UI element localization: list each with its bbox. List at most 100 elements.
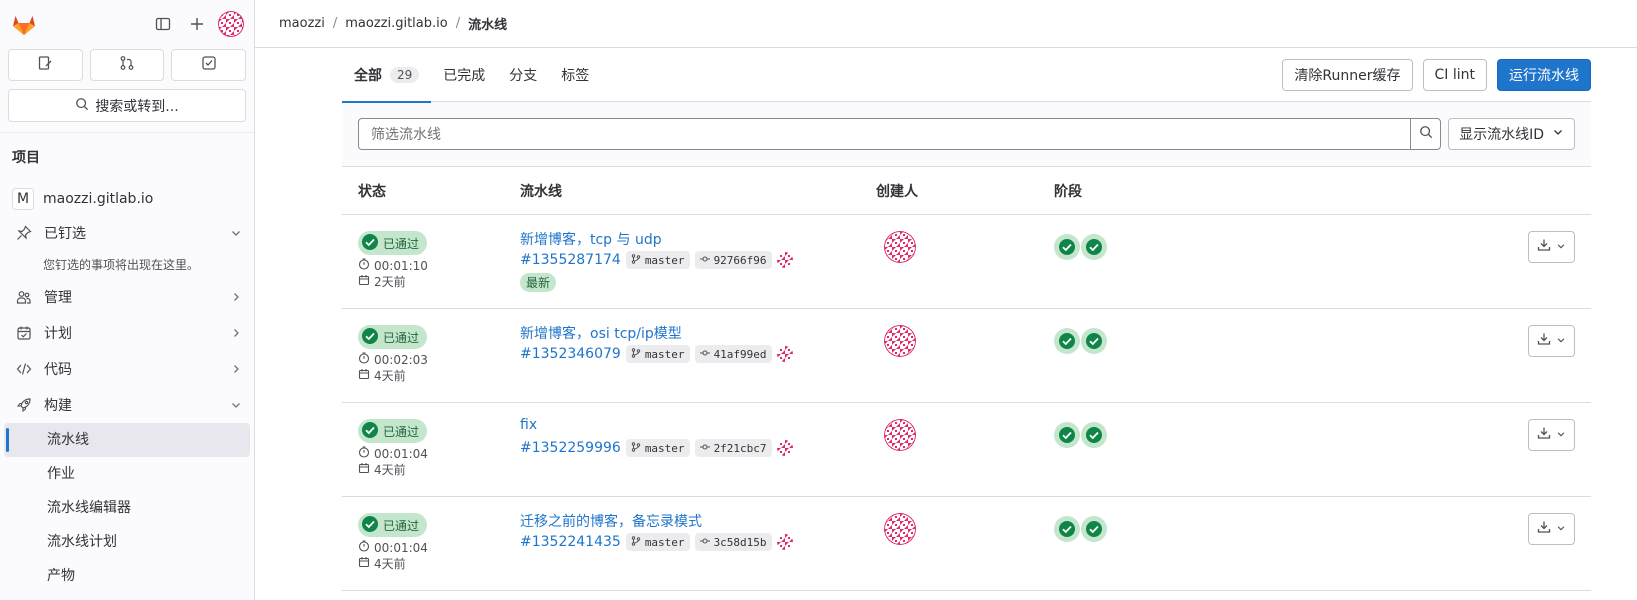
branch-ref[interactable]: master xyxy=(625,251,690,269)
clear-runner-cache-button[interactable]: 清除Runner缓存 xyxy=(1282,58,1413,91)
nav-manage[interactable]: 管理 xyxy=(0,279,254,315)
branch-icon xyxy=(631,535,641,549)
tab-tags[interactable]: 标签 xyxy=(549,48,601,102)
project-avatar: M xyxy=(12,188,34,210)
tab-branches[interactable]: 分支 xyxy=(497,48,549,102)
pipeline-id-link[interactable]: #1352259996 xyxy=(520,440,621,456)
commit-sha[interactable]: 3c58d15b xyxy=(694,533,772,551)
commit-icon xyxy=(699,254,710,267)
commit-title-link[interactable]: fix xyxy=(520,417,876,437)
tab-all-count: 29 xyxy=(390,66,420,83)
merge-requests-icon xyxy=(119,55,135,75)
download-artifacts-button[interactable] xyxy=(1528,325,1575,357)
pipeline-id-link[interactable]: #1352241435 xyxy=(520,534,621,550)
calendar-icon xyxy=(358,556,370,571)
commit-sha[interactable]: 2f21cbc7 xyxy=(694,439,772,457)
nav-build[interactable]: 构建 xyxy=(0,387,254,423)
download-artifacts-button[interactable] xyxy=(1528,419,1575,451)
stage-passed[interactable] xyxy=(1081,328,1107,354)
sidebar-item-pipelines[interactable]: 流水线 xyxy=(4,423,250,457)
sidebar-item-pipeline-editor[interactable]: 流水线编辑器 xyxy=(4,491,250,525)
nav-code[interactable]: 代码 xyxy=(0,351,254,387)
download-artifacts-button[interactable] xyxy=(1528,231,1575,263)
stage-passed[interactable] xyxy=(1081,234,1107,260)
breadcrumb-current[interactable]: 流水线 xyxy=(468,14,507,33)
merge-requests-button[interactable] xyxy=(89,49,165,81)
creator-avatar[interactable] xyxy=(884,419,916,451)
commit-author-avatar[interactable] xyxy=(776,346,793,362)
gitlab-logo-icon[interactable] xyxy=(10,10,38,38)
sidebar-item-artifacts[interactable]: 产物 xyxy=(4,559,250,593)
tab-all[interactable]: 全部 29 xyxy=(342,48,432,103)
status-badge[interactable]: 已通过 xyxy=(358,325,428,349)
download-artifacts-button[interactable] xyxy=(1528,513,1575,545)
stage-passed[interactable] xyxy=(1054,516,1080,542)
header-stages: 阶段 xyxy=(1054,183,1082,200)
project-link[interactable]: M maozzi.gitlab.io xyxy=(0,183,254,215)
stages xyxy=(1054,215,1354,308)
breadcrumb-item[interactable]: maozzi.gitlab.io xyxy=(345,16,447,31)
search-icon xyxy=(1419,125,1433,143)
stage-passed[interactable] xyxy=(1054,328,1080,354)
pipelines-panel: 全部 29 已完成 分支 标签 清除Runner缓存 CI lint 运行流水线… xyxy=(342,48,1591,591)
branch-ref[interactable]: master xyxy=(625,439,690,457)
commit-author-avatar[interactable] xyxy=(776,440,793,456)
stage-passed[interactable] xyxy=(1081,516,1107,542)
commit-sha-value: 41af99ed xyxy=(713,347,767,361)
nav-plan[interactable]: 计划 xyxy=(0,315,254,351)
status-badge[interactable]: 已通过 xyxy=(358,513,428,537)
user-avatar[interactable] xyxy=(218,11,244,37)
stage-passed[interactable] xyxy=(1054,234,1080,260)
creator-avatar[interactable] xyxy=(884,231,916,263)
commit-title-link[interactable]: 迁移之前的博客，备忘录模式 xyxy=(520,511,876,531)
breadcrumb-item[interactable]: maozzi xyxy=(279,16,325,31)
sidebar-item-pipeline-schedules[interactable]: 流水线计划 xyxy=(4,525,250,559)
commit-title-link[interactable]: 新增博客，osi tcp/ip模型 xyxy=(520,323,876,343)
nav-build-label: 构建 xyxy=(44,398,72,414)
tab-finished[interactable]: 已完成 xyxy=(431,48,497,102)
commit-sha[interactable]: 92766f96 xyxy=(694,251,772,269)
chevron-right-icon xyxy=(230,291,242,303)
rocket-icon xyxy=(16,397,32,413)
run-pipeline-button[interactable]: 运行流水线 xyxy=(1497,58,1591,91)
stage-passed[interactable] xyxy=(1054,422,1080,448)
commit-author-avatar[interactable] xyxy=(776,534,793,550)
commit-sha[interactable]: 41af99ed xyxy=(694,345,772,363)
sidebar: 搜索或转到... 项目 M maozzi.gitlab.io 已钉选 您钉选的事… xyxy=(0,0,255,600)
issues-button[interactable] xyxy=(8,49,83,81)
finished-value: 4天前 xyxy=(374,557,406,571)
creator-avatar[interactable] xyxy=(884,513,916,545)
timer-icon xyxy=(358,446,370,461)
timer-icon xyxy=(358,540,370,555)
download-icon xyxy=(1537,520,1551,538)
todo-button[interactable] xyxy=(171,49,247,81)
stages xyxy=(1054,403,1354,496)
ci-lint-button[interactable]: CI lint xyxy=(1422,58,1487,91)
search-button[interactable]: 搜索或转到... xyxy=(8,89,246,122)
pipeline-id-dropdown[interactable]: 显示流水线ID xyxy=(1448,118,1575,150)
status-badge[interactable]: 已通过 xyxy=(358,419,428,443)
create-new-icon[interactable] xyxy=(184,11,210,37)
filter-pipelines-input[interactable]: 筛选流水线 xyxy=(358,118,1410,150)
status-badge[interactable]: 已通过 xyxy=(358,231,428,255)
creator-avatar[interactable] xyxy=(884,325,916,357)
chevron-down-icon xyxy=(230,399,242,411)
branch-ref[interactable]: master xyxy=(625,533,690,551)
stage-passed[interactable] xyxy=(1081,422,1107,448)
stages xyxy=(1054,309,1354,402)
chevron-down-icon xyxy=(1556,427,1566,443)
nav-pinned[interactable]: 已钉选 xyxy=(0,215,254,251)
branch-ref[interactable]: master xyxy=(625,345,690,363)
calendar-icon xyxy=(358,462,370,477)
commit-author-avatar[interactable] xyxy=(776,252,793,268)
breadcrumb: maozzi / maozzi.gitlab.io / 流水线 xyxy=(255,0,1637,48)
toggle-sidebar-icon[interactable] xyxy=(150,11,176,37)
pipeline-id-link[interactable]: #1352346079 xyxy=(520,346,621,362)
commit-title-link[interactable]: 新增博客，tcp 与 udp xyxy=(520,229,876,249)
filter-search-button[interactable] xyxy=(1410,118,1441,150)
download-icon xyxy=(1537,332,1551,350)
pipeline-id-link[interactable]: #1355287174 xyxy=(520,252,621,268)
table-header: 状态 流水线 创建人 阶段 xyxy=(342,167,1591,215)
sidebar-item-jobs[interactable]: 作业 xyxy=(4,457,250,491)
timer-icon xyxy=(358,352,370,367)
